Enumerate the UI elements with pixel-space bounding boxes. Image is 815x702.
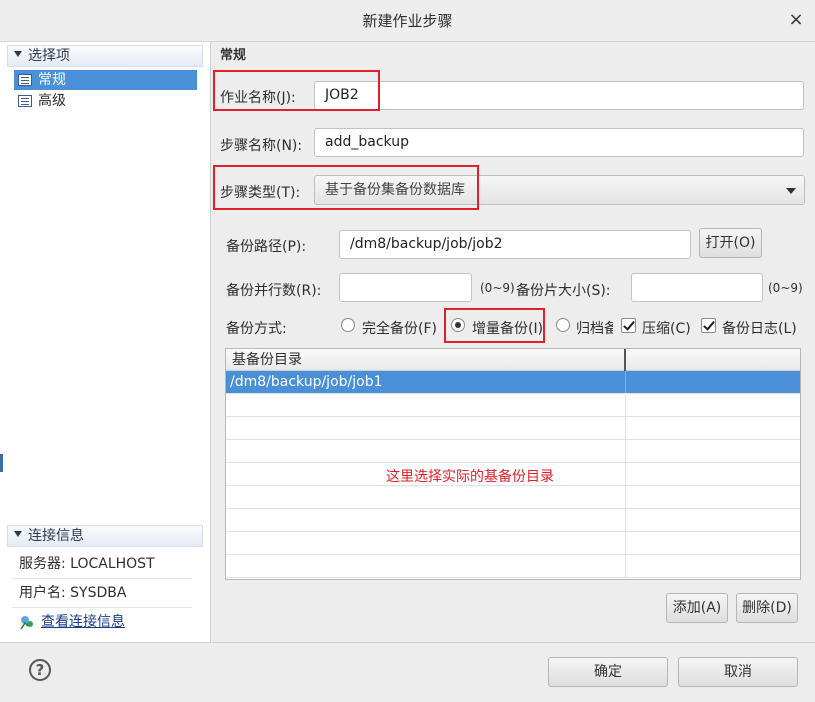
open-button[interactable]: 打开(O) xyxy=(699,228,762,258)
close-icon[interactable]: × xyxy=(786,10,806,30)
view-connection-link[interactable]: 查看连接信息 xyxy=(19,612,125,632)
radio-full-backup[interactable] xyxy=(341,318,355,332)
compress-checkbox[interactable] xyxy=(621,318,636,333)
user-info: 用户名: SYSDBA xyxy=(12,579,192,608)
table-row[interactable] xyxy=(226,440,800,463)
help-icon[interactable]: ? xyxy=(29,659,51,681)
parallel-range: (0~9) xyxy=(480,281,515,295)
connection-icon xyxy=(20,616,33,630)
table-row[interactable] xyxy=(226,509,800,532)
table-row[interactable] xyxy=(226,417,800,440)
table-cell xyxy=(226,394,626,416)
table-cell xyxy=(226,440,626,462)
cancel-button[interactable]: 取消 xyxy=(678,657,798,687)
piece-size-range: (0~9) xyxy=(768,281,803,295)
nav-item-advanced[interactable]: 高级 xyxy=(14,91,197,111)
backup-mode-label: 备份方式: xyxy=(226,321,287,337)
piece-size-label: 备份片大小(S): xyxy=(516,283,611,299)
table-cell xyxy=(226,417,626,439)
view-connection-label: 查看连接信息 xyxy=(41,614,125,630)
ok-button[interactable]: 确定 xyxy=(548,657,668,687)
left-panel: 选择项 常规 高级 连接信息 服务器: LOCALHOST 用户名: SYSDB… xyxy=(0,42,211,642)
table-row[interactable] xyxy=(226,394,800,417)
step-name-input[interactable]: add_backup xyxy=(314,128,804,157)
chevron-down-icon xyxy=(786,188,796,194)
full-backup-label: 完全备份(F) xyxy=(362,321,437,337)
table-row[interactable] xyxy=(226,555,800,578)
select-section-header[interactable]: 选择项 xyxy=(7,45,203,67)
edge-marker xyxy=(0,454,3,472)
highlight-box xyxy=(213,165,479,210)
nav-item-label: 高级 xyxy=(38,93,66,109)
annotation-text: 这里选择实际的基备份目录 xyxy=(386,469,554,485)
backup-path-label: 备份路径(P): xyxy=(226,239,307,255)
nav-item-general[interactable]: 常规 xyxy=(14,70,197,90)
select-section-label: 选择项 xyxy=(28,48,70,64)
dialog-title: 新建作业步骤 xyxy=(362,12,453,30)
table-row[interactable] xyxy=(226,532,800,555)
base-backup-table[interactable]: 基备份目录 /dm8/backup/job/job1 xyxy=(225,348,801,580)
server-info: 服务器: LOCALHOST xyxy=(12,550,192,579)
column-header-base-dir[interactable]: 基备份目录 xyxy=(226,349,626,371)
job-name-input[interactable]: JOB2 xyxy=(314,81,804,110)
piece-size-input[interactable] xyxy=(631,273,763,302)
backup-log-checkbox[interactable] xyxy=(701,318,716,333)
backup-path-input[interactable]: /dm8/backup/job/job2 xyxy=(339,230,691,259)
step-name-label: 步骤名称(N): xyxy=(220,138,303,154)
backup-log-label: 备份日志(L) xyxy=(722,321,797,337)
table-cell xyxy=(226,555,626,577)
table-row[interactable] xyxy=(226,486,800,509)
conn-section-header[interactable]: 连接信息 xyxy=(7,525,203,547)
parallel-label: 备份并行数(R): xyxy=(226,283,322,299)
compress-label: 压缩(C) xyxy=(642,321,691,337)
nav-item-label: 常规 xyxy=(38,72,66,88)
list-icon xyxy=(18,74,32,86)
parallel-input[interactable] xyxy=(339,273,472,302)
highlight-box xyxy=(213,70,380,111)
section-title: 常规 xyxy=(220,48,247,63)
table-row[interactable]: /dm8/backup/job/job1 xyxy=(226,371,800,394)
table-cell: /dm8/backup/job/job1 xyxy=(226,371,626,393)
collapse-triangle-icon xyxy=(14,531,22,537)
list-icon xyxy=(18,95,32,107)
archive-backup-label: 归档备 xyxy=(576,321,613,337)
table-cell xyxy=(226,486,626,508)
highlight-box xyxy=(444,308,545,343)
radio-archive-backup[interactable] xyxy=(556,318,570,332)
delete-button[interactable]: 删除(D) xyxy=(736,593,798,623)
collapse-triangle-icon xyxy=(14,51,22,57)
table-cell xyxy=(226,509,626,531)
conn-section-label: 连接信息 xyxy=(28,528,84,544)
table-header: 基备份目录 xyxy=(226,349,800,371)
table-cell xyxy=(226,532,626,554)
add-button[interactable]: 添加(A) xyxy=(666,593,728,623)
